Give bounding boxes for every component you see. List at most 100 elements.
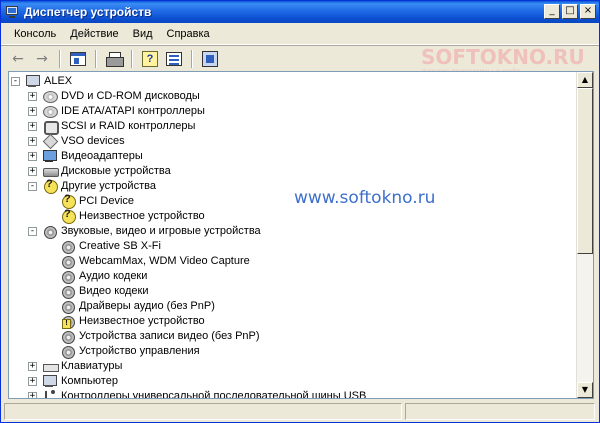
tree-row[interactable]: + Дисковые устройства (9, 164, 577, 179)
close-button[interactable]: × (580, 4, 596, 19)
tree-row[interactable]: Устройство управления (9, 344, 577, 359)
unknown-device-icon (42, 178, 58, 194)
help-button[interactable]: ? (139, 48, 161, 69)
menu-action[interactable]: Действие (63, 28, 125, 40)
title-bar[interactable]: Диспетчер устройств _ □ × (1, 1, 599, 23)
sound-icon (60, 329, 76, 344)
disk-drive-icon (42, 164, 59, 178)
collapse-toggle[interactable]: - (28, 227, 37, 236)
computer-icon (25, 74, 41, 88)
keyboard-icon (42, 359, 59, 373)
tree-row-label: Другие устройства (61, 180, 156, 192)
tree-row-label: WebcamMax, WDM Video Capture (79, 255, 250, 267)
tree-row-label: ALEX (44, 75, 73, 87)
expand-toggle[interactable]: + (28, 137, 37, 146)
forward-button[interactable]: → (31, 48, 53, 69)
tree-row[interactable]: + Компьютер (9, 374, 577, 389)
scroll-down-button[interactable]: ▼ (577, 382, 593, 398)
properties-icon (166, 51, 182, 66)
menu-bar: Консоль Действие Вид Справка (1, 23, 599, 45)
expand-toggle[interactable]: + (28, 92, 37, 101)
usb-icon (42, 389, 58, 398)
device-manager-icon (5, 5, 19, 19)
tree-row[interactable]: WebcamMax, WDM Video Capture (9, 254, 577, 269)
sound-icon (60, 239, 76, 254)
expand-toggle[interactable]: + (28, 392, 37, 398)
ide-controller-icon (42, 104, 58, 118)
sound-icon (60, 254, 76, 269)
tree-row-label: VSO devices (61, 135, 125, 147)
tree-row[interactable]: Устройства записи видео (без PnP) (9, 329, 577, 344)
scroll-thumb[interactable] (577, 88, 593, 254)
tree-row[interactable]: Неизвестное устройство (9, 314, 577, 329)
device-tree-list: - ALEX + DVD и CD-ROM дисководы + IDE ATA/ATA… (9, 74, 577, 399)
scroll-up-button[interactable]: ▲ (577, 72, 593, 88)
tree-row[interactable]: - ALEX (9, 74, 577, 89)
properties-button[interactable] (163, 48, 185, 69)
expand-toggle[interactable]: + (28, 107, 37, 116)
tree-row-label: Звуковые, видео и игровые устройства (61, 225, 261, 237)
toolbar-separator (95, 49, 97, 68)
display-adapter-icon (42, 149, 58, 163)
scan-hardware-button[interactable] (199, 48, 221, 69)
tree-row[interactable]: Неизвестное устройство (9, 208, 577, 224)
expand-toggle[interactable]: + (28, 152, 37, 161)
tree-row-label: Компьютер (61, 375, 118, 387)
expand-toggle[interactable]: + (28, 377, 37, 386)
maximize-button[interactable]: □ (562, 4, 578, 19)
scsi-icon (42, 119, 59, 135)
tree-row[interactable]: + Клавиатуры (9, 359, 577, 374)
tree-row[interactable]: Аудио кодеки (9, 269, 577, 284)
tree-row-label: Устройства записи видео (без PnP) (79, 330, 260, 342)
back-arrow-icon: ← (12, 50, 24, 67)
toolbar-separator (191, 49, 193, 68)
device-manager-window: Диспетчер устройств _ □ × Консоль Действ… (0, 0, 600, 423)
collapse-toggle[interactable]: - (28, 182, 37, 191)
menu-console[interactable]: Консоль (7, 28, 63, 40)
sound-icon (60, 269, 76, 284)
tree-row-label: Контроллеры универсальной последовательн… (61, 390, 367, 399)
tree-row-label: DVD и CD-ROM дисководы (61, 90, 200, 102)
unknown-device-icon (60, 193, 76, 209)
status-pane-main (4, 403, 402, 420)
window-controls: _ □ × (544, 4, 596, 19)
tree-row[interactable]: + VSO devices (9, 134, 577, 149)
expand-toggle[interactable]: + (28, 167, 37, 176)
vertical-scrollbar[interactable]: ▲ ▼ (576, 72, 593, 398)
toolbar-separator (131, 49, 133, 68)
tree-row-label: IDE ATA/ATAPI контроллеры (61, 105, 205, 117)
toolbar-separator (59, 49, 61, 68)
site-watermark-text: www.softokno.ru (294, 188, 436, 208)
back-button[interactable]: ← (7, 48, 29, 69)
tree-row-label: Клавиатуры (61, 360, 123, 372)
tree-row[interactable]: + IDE ATA/ATAPI контроллеры (9, 104, 577, 119)
minimize-button[interactable]: _ (544, 4, 560, 19)
tree-row[interactable]: Видео кодеки (9, 284, 577, 299)
expand-toggle[interactable]: + (28, 362, 37, 371)
tree-row[interactable]: Creative SB X-Fi (9, 239, 577, 254)
tree-row[interactable]: + Видеоадаптеры (9, 149, 577, 164)
show-hide-console-tree-button[interactable] (67, 48, 89, 69)
tree-row-label: Аудио кодеки (79, 270, 148, 282)
tree-row-label: PCI Device (79, 195, 135, 207)
status-bar (1, 401, 599, 422)
tree-row[interactable]: Драйверы аудио (без PnP) (9, 299, 577, 314)
print-button[interactable] (103, 48, 125, 69)
sound-icon (60, 344, 76, 359)
tree-row[interactable]: + DVD и CD-ROM дисководы (9, 89, 577, 104)
console-tree-icon (70, 51, 86, 66)
scan-hardware-icon (202, 50, 218, 67)
device-tree[interactable]: - ALEX + DVD и CD-ROM дисководы + IDE ATA/ATA… (8, 71, 594, 399)
tree-row[interactable]: + Контроллеры универсальной последователь… (9, 389, 577, 399)
forward-arrow-icon: → (36, 50, 48, 67)
tree-row-label: Видеоадаптеры (61, 150, 143, 162)
unknown-device-icon (60, 208, 76, 224)
tree-row[interactable]: PCI Device (9, 193, 577, 209)
expand-toggle[interactable]: + (28, 122, 37, 131)
menu-view[interactable]: Вид (126, 28, 160, 40)
tree-row[interactable]: - Другие устройства (9, 178, 577, 194)
menu-help[interactable]: Справка (160, 28, 217, 40)
tree-row[interactable]: - Звуковые, видео и игровые устройства (9, 224, 577, 239)
collapse-toggle[interactable]: - (11, 77, 20, 86)
tree-row[interactable]: + SCSI и RAID контроллеры (9, 119, 577, 135)
